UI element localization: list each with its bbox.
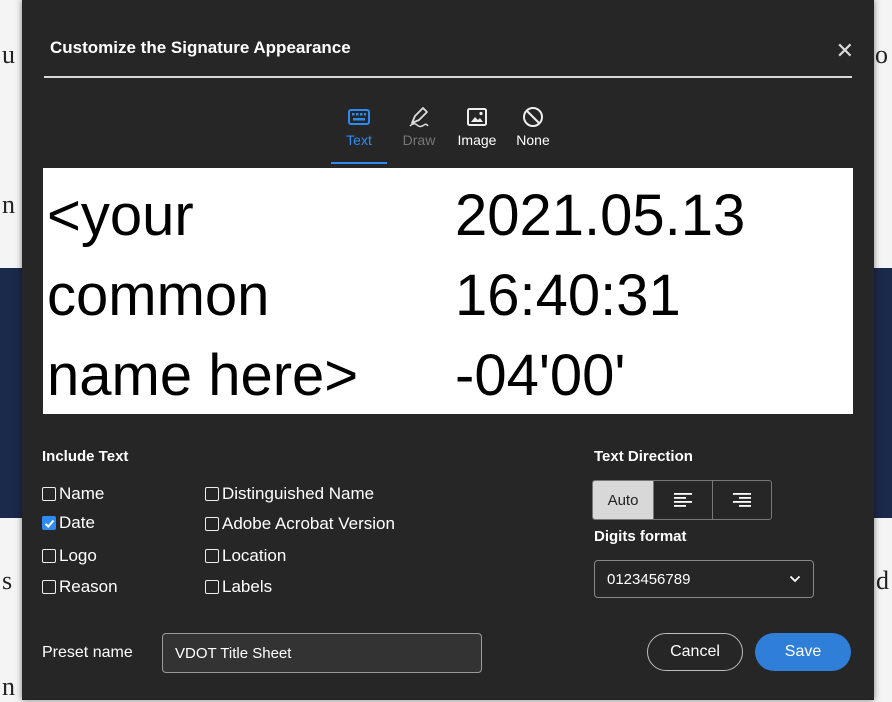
signature-type-tabs: Text Draw Image None [22, 104, 874, 168]
tab-label: None [516, 132, 550, 148]
preset-name-label: Preset name [42, 644, 133, 661]
digits-format-select[interactable]: 0123456789 [594, 560, 814, 598]
background-text: n [2, 190, 15, 219]
direction-left-button[interactable] [653, 481, 712, 519]
save-button[interactable]: Save [755, 633, 851, 671]
checkbox-name[interactable]: Name [42, 484, 104, 504]
digits-format-heading: Digits format [594, 528, 687, 545]
keyboard-icon [348, 109, 370, 125]
preview-name-text: <your common name here> [47, 183, 359, 408]
text-direction-group: Auto [592, 480, 772, 520]
tab-text[interactable]: Text [331, 104, 387, 164]
cancel-button[interactable]: Cancel [647, 633, 743, 671]
text-direction-heading: Text Direction [594, 448, 693, 465]
align-left-icon [674, 493, 692, 507]
direction-right-button[interactable] [712, 481, 771, 519]
checkbox-box[interactable] [42, 580, 56, 594]
checkbox-label: Distinguished Name [222, 484, 375, 503]
checkbox-box[interactable] [42, 549, 56, 563]
checkbox-location[interactable]: Location [205, 546, 286, 566]
no-icon [523, 107, 543, 127]
checkbox-box[interactable] [205, 487, 219, 501]
background-document-band [0, 268, 22, 518]
preset-name-input[interactable] [162, 633, 482, 673]
chevron-down-icon [789, 575, 801, 583]
checkbox-label: Reason [59, 577, 118, 596]
checkbox-date[interactable]: Date [42, 513, 95, 533]
tab-image[interactable]: Image [450, 104, 504, 164]
tab-label: Draw [402, 132, 436, 148]
dialog-title: Customize the Signature Appearance [50, 38, 351, 57]
background-text: d [876, 566, 889, 595]
checkbox-box[interactable] [205, 517, 219, 531]
tab-none[interactable]: None [510, 104, 556, 164]
checkbox-label: Name [59, 484, 105, 503]
digits-format-value: 0123456789 [607, 570, 691, 588]
signature-preview: <your common name here> 2021.05.13 16:40… [43, 168, 853, 414]
preview-date-text: 2021.05.13 16:40:31 -04'00' [455, 183, 746, 408]
signature-appearance-dialog: Customize the Signature Appearance ✕ Tex… [22, 0, 874, 700]
background-text: u [2, 40, 15, 69]
close-icon[interactable]: ✕ [836, 40, 854, 62]
checkbox-box[interactable] [205, 549, 219, 563]
checkbox-distinguished-name[interactable]: Distinguished Name [205, 484, 374, 504]
checkbox-logo[interactable]: Logo [42, 546, 97, 566]
background-text: s [2, 566, 13, 595]
tab-label: Image [457, 132, 497, 148]
checkbox-box[interactable] [42, 487, 56, 501]
title-divider [44, 76, 852, 78]
checkbox-acrobat-version[interactable]: Adobe Acrobat Version [205, 514, 395, 534]
background-text: n [2, 672, 15, 701]
pen-draw-icon [409, 107, 429, 128]
checkbox-reason[interactable]: Reason [42, 577, 118, 597]
active-tab-indicator [331, 162, 387, 164]
checkbox-box[interactable] [205, 580, 219, 594]
checkmark-icon [44, 519, 54, 528]
background-text: o [875, 40, 888, 69]
background-document-band-right [874, 268, 892, 518]
checkbox-label: Labels [222, 577, 273, 596]
align-right-icon [733, 493, 751, 507]
direction-auto-button[interactable]: Auto [593, 481, 653, 519]
checkbox-label: Logo [59, 546, 97, 565]
checkbox-labels[interactable]: Labels [205, 577, 272, 597]
checkbox-label: Adobe Acrobat Version [222, 514, 395, 533]
checkbox-label: Date [59, 513, 95, 532]
tab-draw[interactable]: Draw [394, 104, 444, 164]
include-text-heading: Include Text [42, 448, 129, 465]
checkbox-box[interactable] [42, 516, 56, 530]
tab-label: Text [346, 132, 372, 148]
checkbox-label: Location [222, 546, 287, 565]
image-icon [467, 108, 487, 126]
